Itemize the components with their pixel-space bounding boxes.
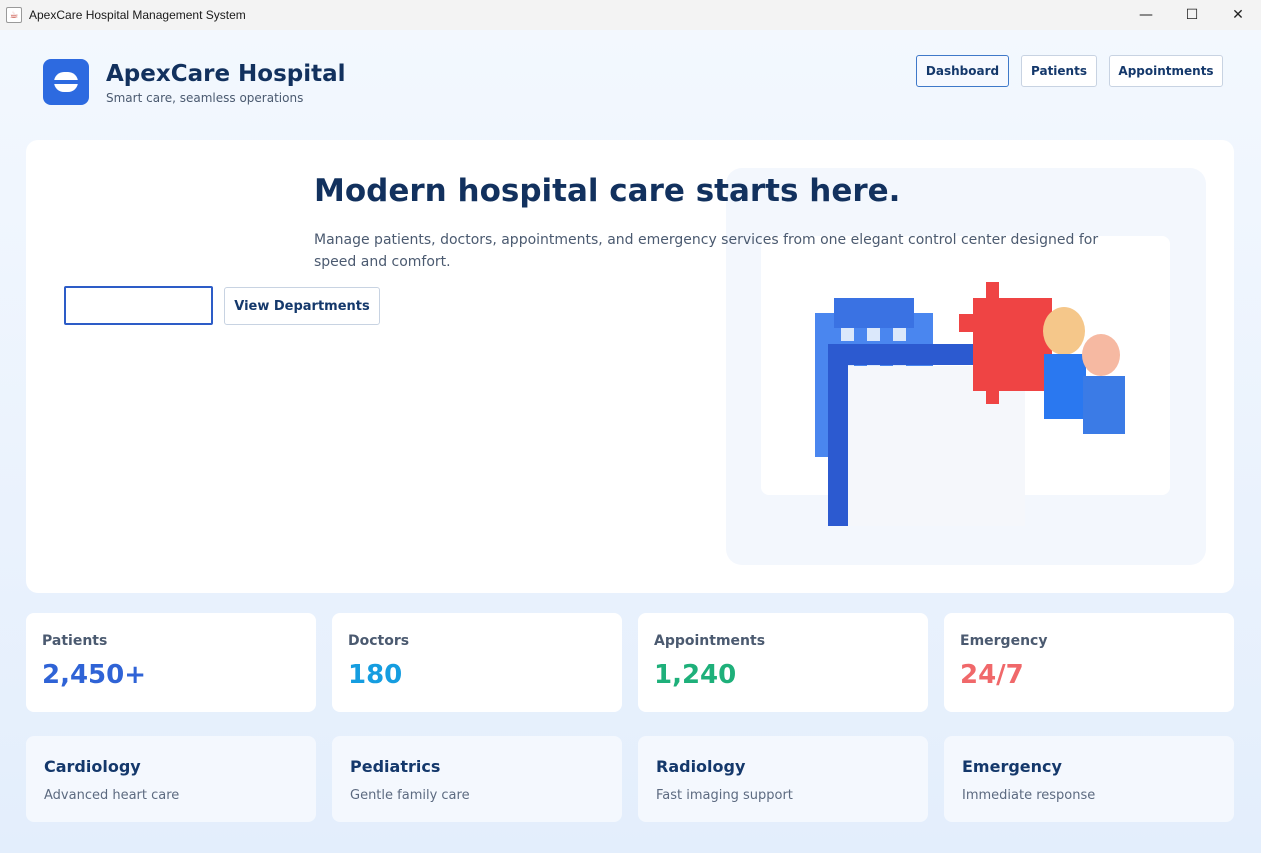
hero-title: Modern hospital care starts here. bbox=[314, 173, 901, 209]
nav-dashboard-button[interactable]: Dashboard bbox=[916, 55, 1009, 87]
department-title: Emergency bbox=[962, 757, 1062, 776]
minimize-button[interactable]: — bbox=[1123, 0, 1169, 30]
maximize-button[interactable]: ☐ bbox=[1169, 0, 1215, 30]
stat-card-appointments: Appointments 1,240 bbox=[638, 613, 928, 712]
hospital-logo-icon bbox=[43, 59, 89, 105]
close-button[interactable]: ✕ bbox=[1215, 0, 1261, 30]
department-card-cardiology[interactable]: Cardiology Advanced heart care bbox=[26, 736, 316, 822]
window-controls: — ☐ ✕ bbox=[1123, 0, 1261, 30]
nav-patients-button[interactable]: Patients bbox=[1021, 55, 1097, 87]
nav-appointments-button[interactable]: Appointments bbox=[1109, 55, 1223, 87]
hero-card: Modern hospital care starts here. Manage… bbox=[26, 140, 1234, 593]
department-title: Radiology bbox=[656, 757, 746, 776]
java-app-icon: ☕ bbox=[6, 7, 22, 23]
department-card-radiology[interactable]: Radiology Fast imaging support bbox=[638, 736, 928, 822]
stat-label: Appointments bbox=[654, 633, 766, 649]
hero-primary-button[interactable] bbox=[64, 286, 213, 325]
hospital-illustration-icon bbox=[815, 282, 1125, 526]
stat-value: 1,240 bbox=[654, 660, 737, 690]
stat-label: Patients bbox=[42, 633, 108, 649]
department-subtitle: Advanced heart care bbox=[44, 788, 180, 803]
stat-label: Doctors bbox=[348, 633, 410, 649]
stat-card-doctors: Doctors 180 bbox=[332, 613, 622, 712]
window-titlebar: ☕ ApexCare Hospital Management System — … bbox=[0, 0, 1261, 30]
stat-card-emergency: Emergency 24/7 bbox=[944, 613, 1234, 712]
department-subtitle: Immediate response bbox=[962, 788, 1096, 803]
department-title: Pediatrics bbox=[350, 757, 441, 776]
department-subtitle: Gentle family care bbox=[350, 788, 470, 803]
department-subtitle: Fast imaging support bbox=[656, 788, 793, 803]
department-card-emergency[interactable]: Emergency Immediate response bbox=[944, 736, 1234, 822]
brand-title: ApexCare Hospital bbox=[106, 61, 346, 87]
hero-description: Manage patients, doctors, appointments, … bbox=[314, 232, 1099, 270]
department-card-pediatrics[interactable]: Pediatrics Gentle family care bbox=[332, 736, 622, 822]
stat-value: 2,450+ bbox=[42, 660, 147, 690]
main-content: ApexCare Hospital Smart care, seamless o… bbox=[0, 30, 1261, 853]
stat-value: 24/7 bbox=[960, 660, 1024, 690]
stat-value: 180 bbox=[348, 660, 403, 690]
stat-card-patients: Patients 2,450+ bbox=[26, 613, 316, 712]
department-title: Cardiology bbox=[44, 757, 141, 776]
brand-subtitle: Smart care, seamless operations bbox=[106, 91, 304, 105]
window-title: ApexCare Hospital Management System bbox=[29, 8, 246, 22]
view-departments-button[interactable]: View Departments bbox=[224, 287, 380, 325]
stat-label: Emergency bbox=[960, 633, 1048, 649]
